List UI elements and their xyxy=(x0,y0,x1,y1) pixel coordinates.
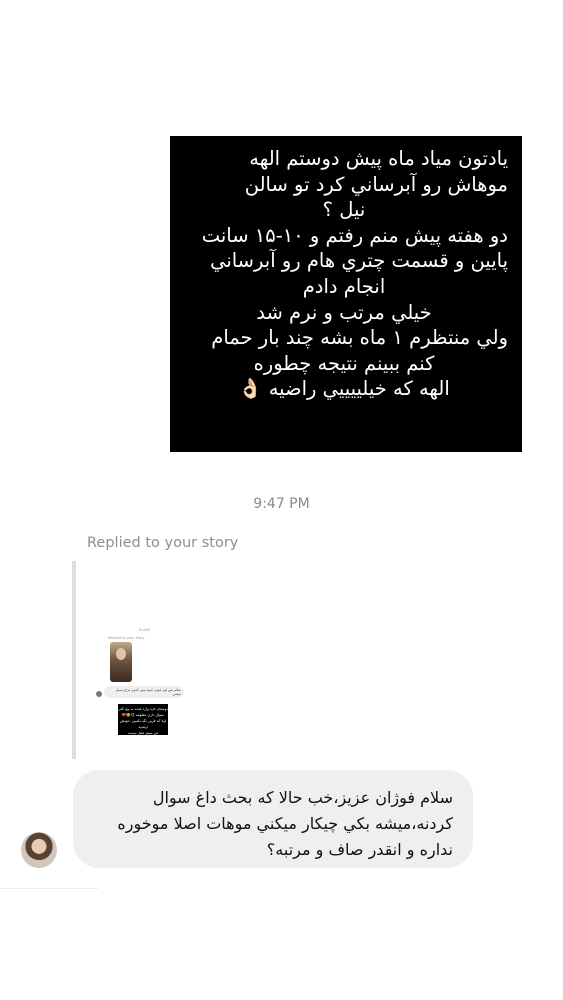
message-line: نيل ؟ xyxy=(322,198,366,222)
story-preview-face xyxy=(116,648,126,660)
message-line: پايين و قسمت چتري هام رو آبرساني xyxy=(210,249,508,273)
message-line: انجام دادم xyxy=(302,274,386,298)
story-reply-indicator xyxy=(72,561,76,759)
message-line: يادتون مياد ماه پيش دوستم الهه xyxy=(249,147,508,170)
message-line: كردنه،ميشه بكي چيكار ميكني موهات اصلا مو… xyxy=(117,814,453,833)
story-preview-avatar xyxy=(96,691,102,697)
message-line: سلام فوژان عزيز،خب حالا كه بحث داغ سوال xyxy=(152,788,453,807)
message-line: كنم ببينم نتيجه چطوره xyxy=(253,351,435,375)
story-preview-line: اولا كه فرين نگه نكنيين ،خونش اومدید xyxy=(119,719,167,729)
replied-to-story-label: Replied to your story xyxy=(87,535,239,551)
story-preview-gray-bubble: سلام پس اون فوتي خوبه پيش كدوم مزاج شمل … xyxy=(104,686,184,698)
incoming-message-bubble[interactable]: سلام فوژان عزيز،خب حالا كه بحث داغ سوال … xyxy=(73,770,473,868)
story-preview-thumbnail[interactable]: ELAHE Replied to your story سلام پس اون … xyxy=(94,562,206,758)
message-line: خيلي مرتب و نرم شد xyxy=(256,300,432,324)
message-line: دو هفته پيش منم رفتم و ۱۰-۱۵ سانت xyxy=(201,223,508,247)
sender-avatar[interactable] xyxy=(21,832,57,868)
message-line: ولي منتظرم ۱ ماه بشه چند بار حمام xyxy=(211,326,508,350)
message-line: نداره و انقدر صاف و مرتبه؟ xyxy=(266,840,453,859)
story-preview-subheader: Replied to your story xyxy=(108,636,145,640)
story-preview-black-box: دوستان تازه وارد شده به پيج كلي سوال دار… xyxy=(118,704,168,735)
forwarded-story-message[interactable]: يادتون مياد ماه پيش دوستم الهه موهاش رو … xyxy=(170,136,522,452)
message-line: الهه كه خيلييييي راضيه 👌🏻 xyxy=(238,377,450,401)
story-preview-header: ELAHE xyxy=(139,628,151,632)
message-line: موهاش رو آبرساني كرد تو سالن xyxy=(244,172,508,196)
divider xyxy=(0,888,98,889)
message-timestamp: 9:47 PM xyxy=(253,496,310,512)
story-preview-line: من ببینم عمل نیست xyxy=(127,731,159,735)
